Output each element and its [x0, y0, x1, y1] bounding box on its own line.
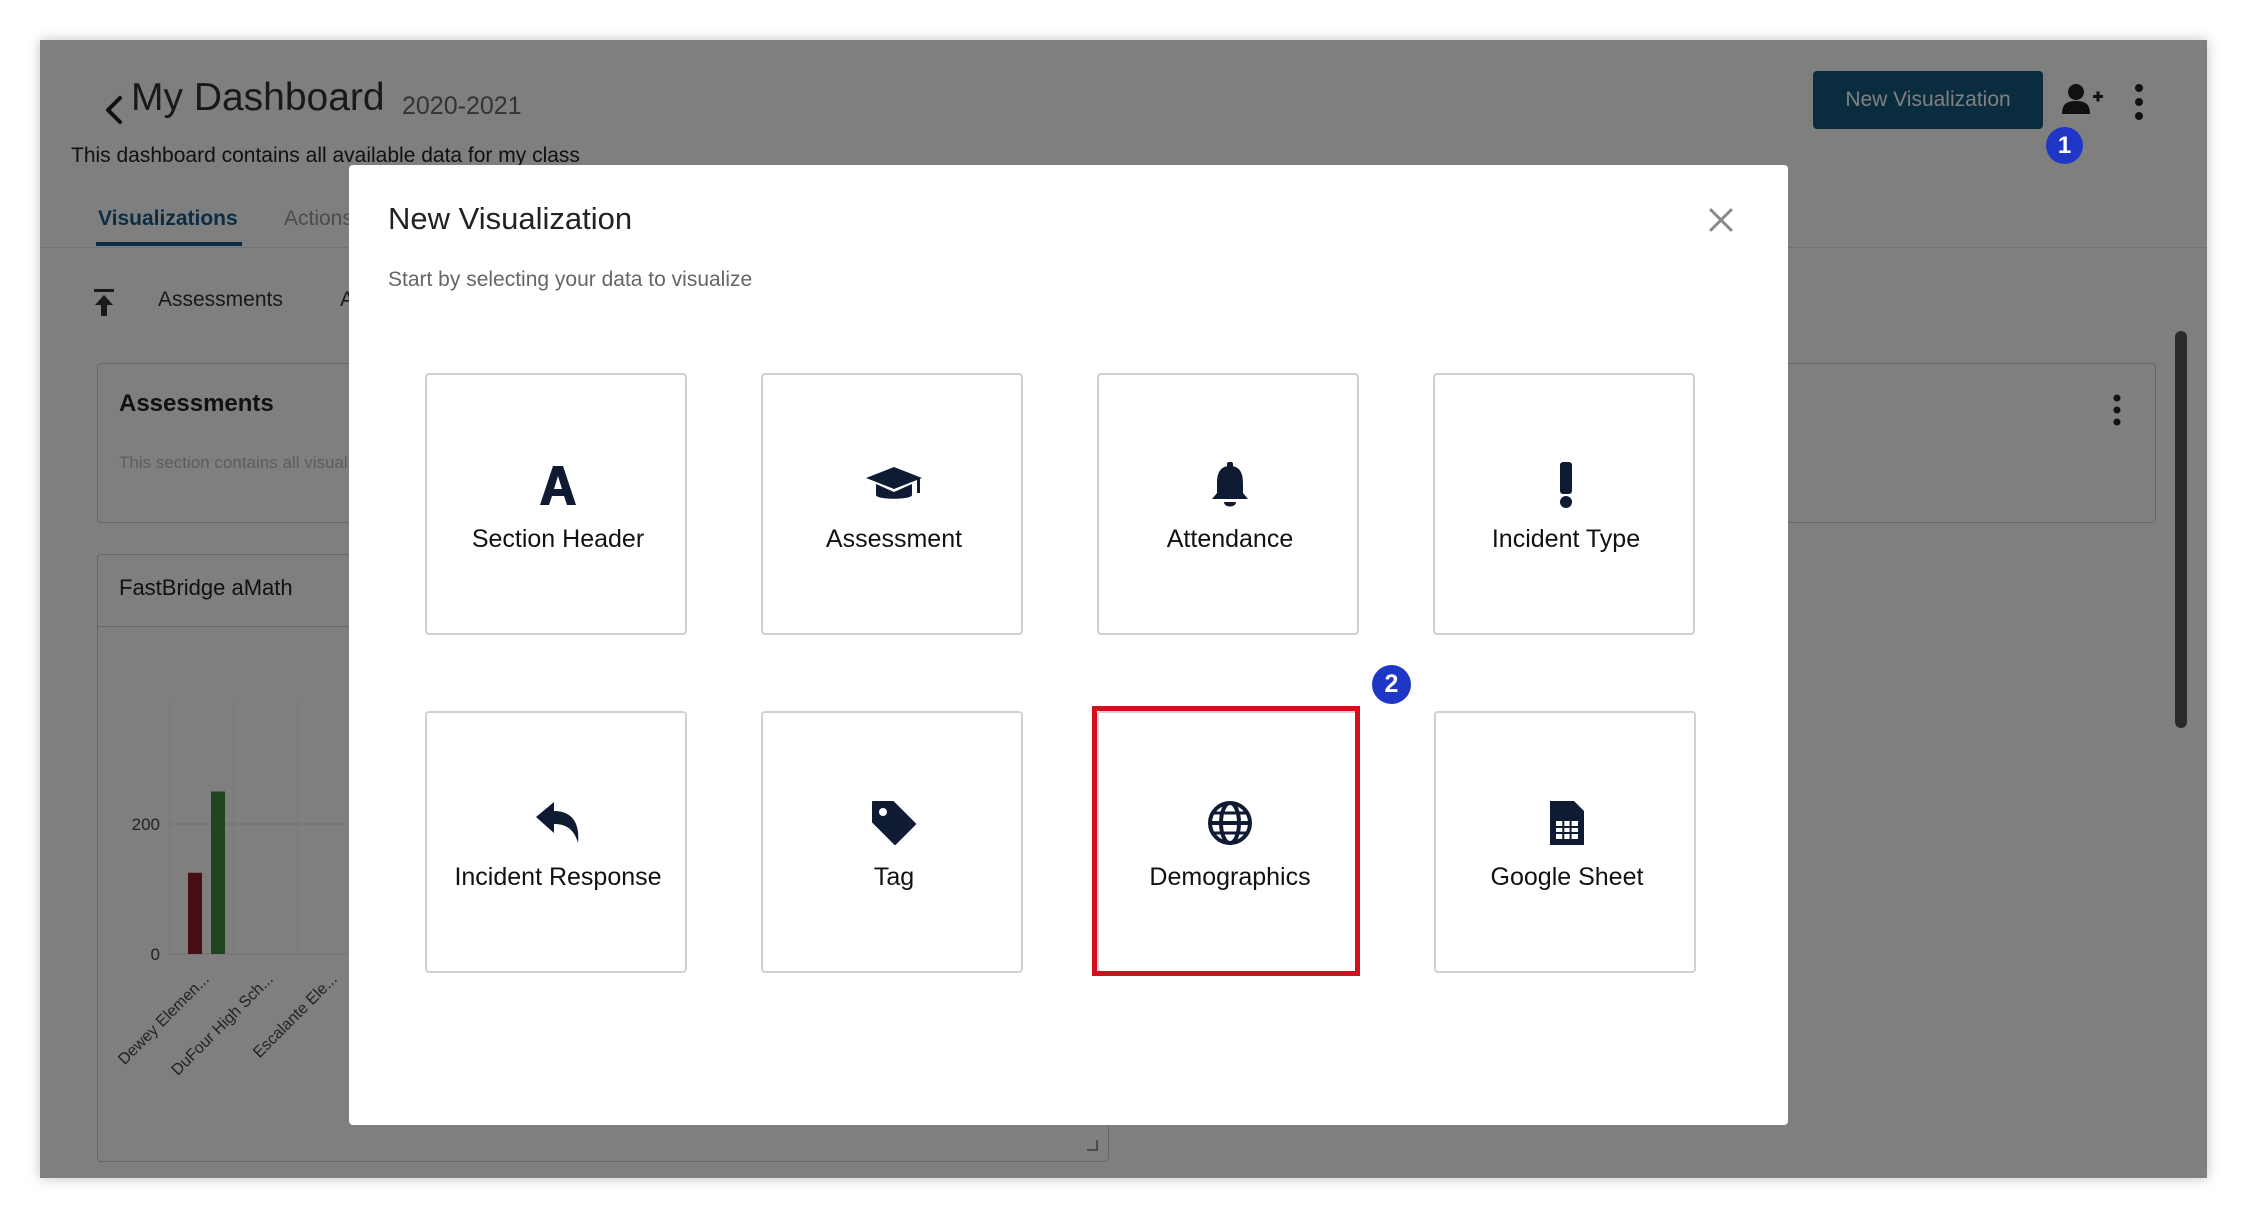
tile-attendance[interactable]: Attendance: [1097, 373, 1359, 635]
step-badge-2: 2: [1372, 665, 1411, 704]
new-visualization-modal: New Visualization Start by selecting you…: [349, 165, 1788, 1125]
tile-section-header[interactable]: Section Header: [425, 373, 687, 635]
step-badge-1: 1: [2046, 127, 2083, 164]
highlight-box: [1092, 706, 1360, 976]
bell-icon: [1099, 461, 1361, 509]
exclamation-icon: [1435, 461, 1697, 509]
tile-google-sheet[interactable]: Google Sheet: [1434, 711, 1696, 973]
tile-label: Incident Response: [454, 863, 662, 891]
tile-tag[interactable]: Tag: [761, 711, 1023, 973]
tile-label: Google Sheet: [1490, 863, 1644, 891]
reply-arrow-icon: [427, 799, 689, 847]
tile-label: Incident Type: [1491, 525, 1641, 553]
close-icon[interactable]: [1706, 205, 1736, 235]
letter-a-icon: [427, 461, 689, 509]
graduation-cap-icon: [763, 461, 1025, 509]
tile-label: Section Header: [471, 525, 645, 553]
app-window: My Dashboard 2020-2021 This dashboard co…: [40, 40, 2207, 1178]
modal-title: New Visualization: [388, 201, 633, 236]
spreadsheet-icon: [1436, 799, 1698, 847]
modal-subtitle: Start by selecting your data to visualiz…: [388, 268, 753, 291]
tile-incident-type[interactable]: Incident Type: [1433, 373, 1695, 635]
tile-label: Assessment: [825, 525, 963, 553]
tile-label: Attendance: [1166, 525, 1294, 553]
tag-icon: [763, 799, 1025, 847]
tile-label: Tag: [873, 863, 915, 891]
tile-incident-response[interactable]: Incident Response: [425, 711, 687, 973]
tile-assessment[interactable]: Assessment: [761, 373, 1023, 635]
